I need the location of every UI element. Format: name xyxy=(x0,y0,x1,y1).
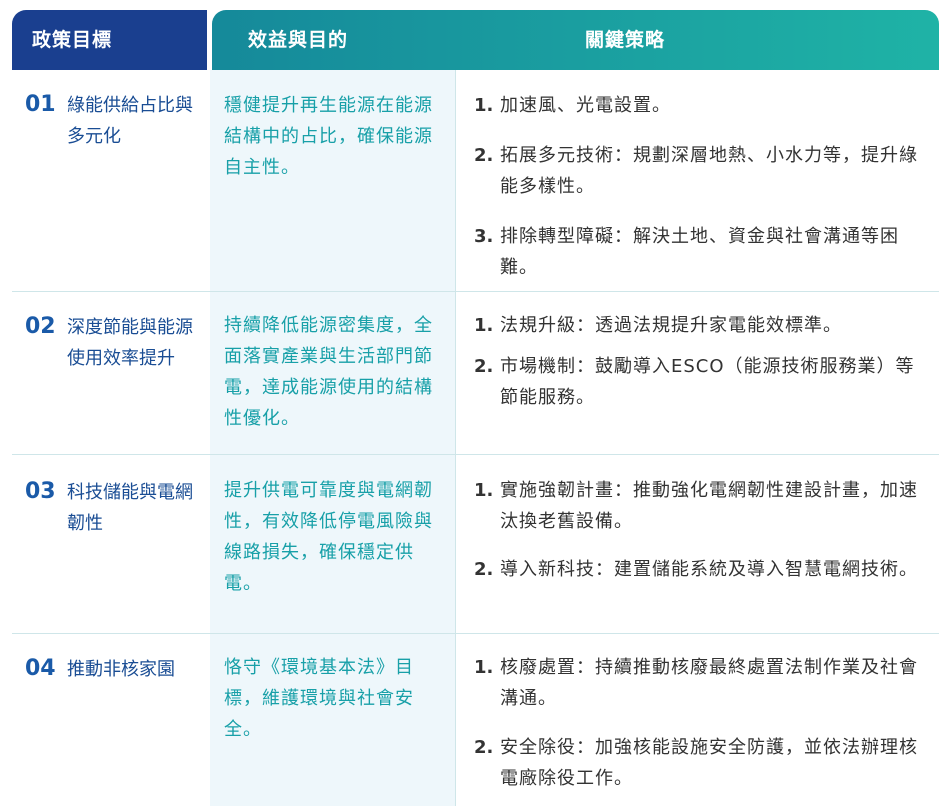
table-row: 02 深度節能與能源使用效率提升 持續降低能源密集度，全面落實產業與生活部門節電… xyxy=(12,292,939,455)
table-header: 政策目標 效益與目的 關鍵策略 xyxy=(12,10,939,70)
strategy-number: 1. xyxy=(474,315,494,336)
strategy-number: 2. xyxy=(474,145,494,166)
strategy-text: 排除轉型障礙：解決土地、資金與社會溝通等困難。 xyxy=(500,226,899,278)
strategy-number: 2. xyxy=(474,737,494,758)
strategy-item: 1. 加速風、光電設置。 xyxy=(474,90,927,121)
policy-table: 政策目標 效益與目的 關鍵策略 01 綠能供給占比與多元化 穩健提升再生能源在能… xyxy=(12,10,939,806)
strategy-text: 拓展多元技術：規劃深層地熱、小水力等，提升綠能多樣性。 xyxy=(500,145,918,197)
strategy-number: 2. xyxy=(474,559,494,580)
strategy-list: 1. 核廢處置：持續推動核廢最終處置法制作業及社會溝通。 2. 安全除役：加強核能設… xyxy=(474,652,927,794)
header-cell-goal: 政策目標 xyxy=(12,10,210,70)
header-goal-label: 政策目標 xyxy=(32,29,113,51)
goal-text: 推動非核家園 xyxy=(67,659,175,680)
strategy-item: 1. 法規升級：透過法規提升家電能效標準。 xyxy=(474,310,927,341)
strategy-item: 2. 導入新科技：建置儲能系統及導入智慧電網技術。 xyxy=(474,554,927,585)
table-row: 03 科技儲能與電網韌性 提升供電可靠度與電網韌性，有效降低停電風險與線路損失，… xyxy=(12,455,939,634)
strategy-cell: 1. 核廢處置：持續推動核廢最終處置法制作業及社會溝通。 2. 安全除役：加強核能設… xyxy=(455,634,939,806)
benefit-cell: 穩健提升再生能源在能源結構中的占比，確保能源自主性。 xyxy=(210,70,455,291)
strategy-item: 2. 市場機制：鼓勵導入ESCO（能源技術服務業）等節能服務。 xyxy=(474,351,927,413)
row-number: 04 xyxy=(25,656,56,681)
strategy-list: 1. 實施強韌計畫：推動強化電網韌性建設計畫，加速汰換老舊設備。 2. 導入新科技：… xyxy=(474,475,927,585)
strategy-item: 2. 安全除役：加強核能設施安全防護，並依法辦理核電廠除役工作。 xyxy=(474,732,927,794)
header-benefit-label: 效益與目的 xyxy=(248,29,349,51)
header-strategy-label: 關鍵策略 xyxy=(585,29,666,51)
strategy-cell: 1. 法規升級：透過法規提升家電能效標準。 2. 市場機制：鼓勵導入ESCO（能源技… xyxy=(455,292,939,454)
goal-cell: 03 科技儲能與電網韌性 xyxy=(12,455,210,633)
strategy-item: 2. 拓展多元技術：規劃深層地熱、小水力等，提升綠能多樣性。 xyxy=(474,140,927,202)
strategy-text: 法規升級：透過法規提升家電能效標準。 xyxy=(500,315,842,336)
table-row: 01 綠能供給占比與多元化 穩健提升再生能源在能源結構中的占比，確保能源自主性。… xyxy=(12,70,939,292)
benefit-cell: 提升供電可靠度與電網韌性，有效降低停電風險與線路損失，確保穩定供電。 xyxy=(210,455,455,633)
goal-cell: 01 綠能供給占比與多元化 xyxy=(12,70,210,291)
strategy-number: 1. xyxy=(474,95,494,116)
strategy-text: 導入新科技：建置儲能系統及導入智慧電網技術。 xyxy=(500,559,918,580)
goal-text: 綠能供給占比與多元化 xyxy=(67,95,193,147)
goal-cell: 04 推動非核家園 xyxy=(12,634,210,806)
table-row: 04 推動非核家園 恪守《環境基本法》目標，維護環境與社會安全。 1. 核廢處置：… xyxy=(12,634,939,806)
strategy-number: 1. xyxy=(474,480,494,501)
strategy-text: 核廢處置：持續推動核廢最終處置法制作業及社會溝通。 xyxy=(500,657,918,709)
benefit-text: 恪守《環境基本法》目標，維護環境與社會安全。 xyxy=(224,657,414,740)
row-number: 02 xyxy=(25,314,56,339)
strategy-number: 1. xyxy=(474,657,494,678)
strategy-item: 1. 實施強韌計畫：推動強化電網韌性建設計畫，加速汰換老舊設備。 xyxy=(474,475,927,537)
strategy-cell: 1. 實施強韌計畫：推動強化電網韌性建設計畫，加速汰換老舊設備。 2. 導入新科技：… xyxy=(455,455,939,633)
strategy-text: 加速風、光電設置。 xyxy=(500,95,671,116)
benefit-cell: 持續降低能源密集度，全面落實產業與生活部門節電，達成能源使用的結構性優化。 xyxy=(210,292,455,454)
strategy-text: 實施強韌計畫：推動強化電網韌性建設計畫，加速汰換老舊設備。 xyxy=(500,480,918,532)
goal-cell: 02 深度節能與能源使用效率提升 xyxy=(12,292,210,454)
strategy-item: 3. 排除轉型障礙：解決土地、資金與社會溝通等困難。 xyxy=(474,221,927,283)
strategy-list: 1. 加速風、光電設置。 2. 拓展多元技術：規劃深層地熱、小水力等，提升綠能多樣性… xyxy=(474,90,927,283)
strategy-list: 1. 法規升級：透過法規提升家電能效標準。 2. 市場機制：鼓勵導入ESCO（能源技… xyxy=(474,310,927,413)
strategy-text: 安全除役：加強核能設施安全防護，並依法辦理核電廠除役工作。 xyxy=(500,737,918,789)
strategy-cell: 1. 加速風、光電設置。 2. 拓展多元技術：規劃深層地熱、小水力等，提升綠能多樣性… xyxy=(455,70,939,291)
goal-text: 科技儲能與電網韌性 xyxy=(67,482,193,534)
row-number: 01 xyxy=(25,92,56,117)
strategy-item: 1. 核廢處置：持續推動核廢最終處置法制作業及社會溝通。 xyxy=(474,652,927,714)
header-cell-benefit-strategy: 效益與目的 關鍵策略 xyxy=(212,10,939,70)
strategy-number: 2. xyxy=(474,356,494,377)
strategy-text: 市場機制：鼓勵導入ESCO（能源技術服務業）等節能服務。 xyxy=(500,356,915,408)
benefit-text: 持續降低能源密集度，全面落實產業與生活部門節電，達成能源使用的結構性優化。 xyxy=(224,315,433,429)
benefit-text: 穩健提升再生能源在能源結構中的占比，確保能源自主性。 xyxy=(224,95,433,178)
benefit-cell: 恪守《環境基本法》目標，維護環境與社會安全。 xyxy=(210,634,455,806)
benefit-text: 提升供電可靠度與電網韌性，有效降低停電風險與線路損失，確保穩定供電。 xyxy=(224,480,433,594)
strategy-number: 3. xyxy=(474,226,494,247)
row-number: 03 xyxy=(25,479,56,504)
goal-text: 深度節能與能源使用效率提升 xyxy=(67,317,193,369)
